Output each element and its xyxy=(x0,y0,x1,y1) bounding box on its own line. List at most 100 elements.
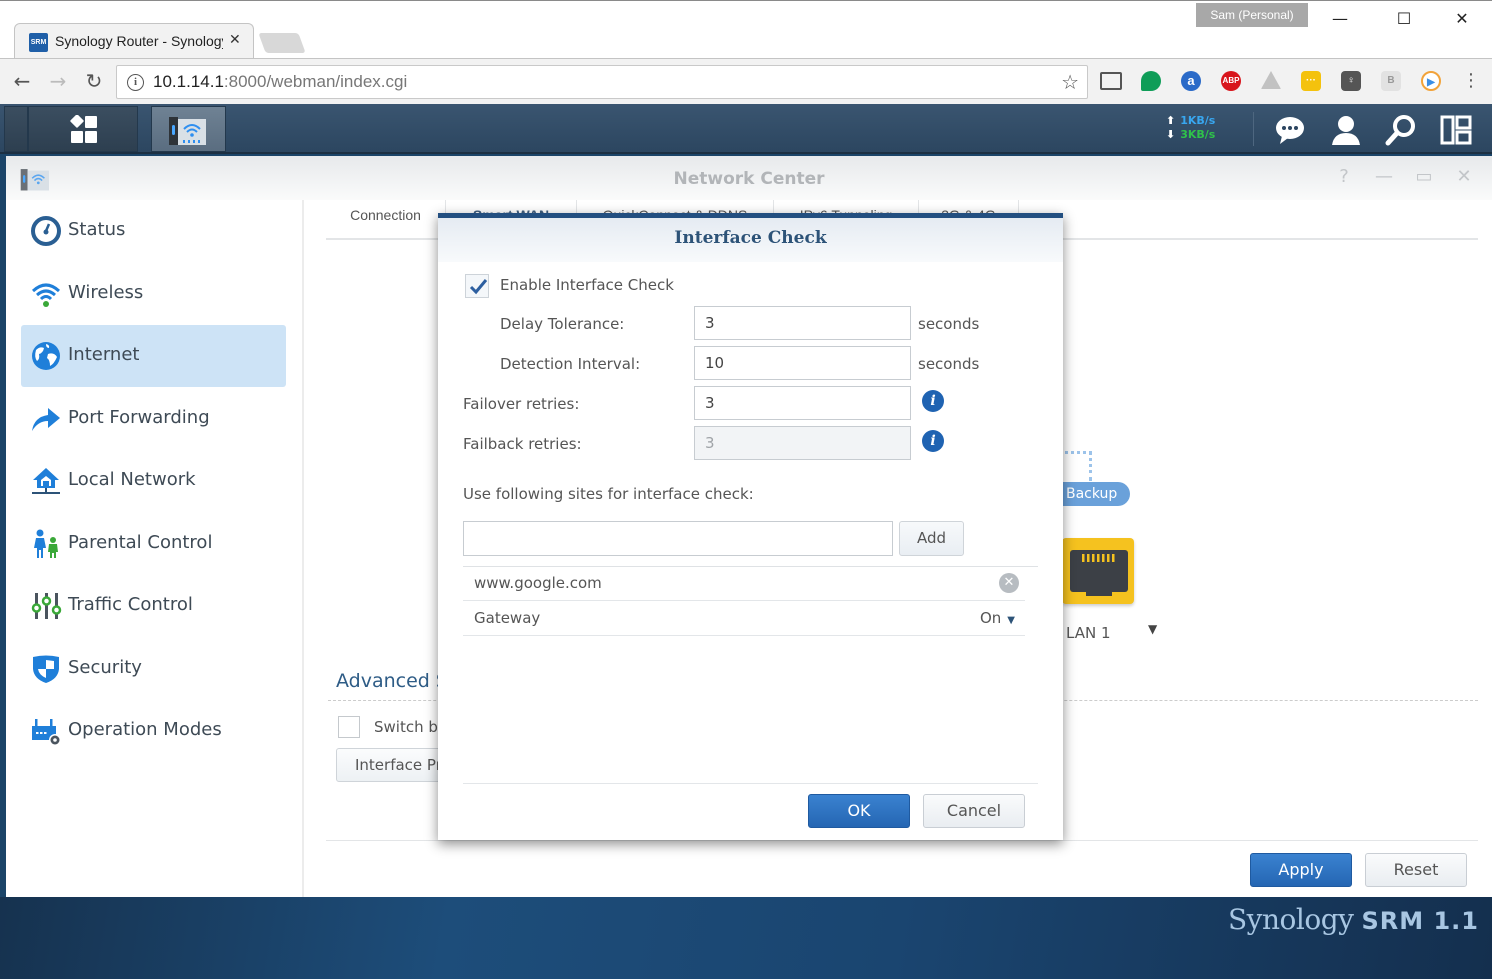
new-tab-button[interactable] xyxy=(258,33,306,53)
gateway-state-value: On xyxy=(979,609,1002,627)
network-center-app-icon xyxy=(169,117,206,145)
failover-retries-label: Failover retries: xyxy=(463,395,580,413)
search-icon[interactable] xyxy=(1385,114,1417,146)
lightbulb-icon[interactable]: ♀ xyxy=(1341,71,1361,91)
amazon-assistant-icon[interactable]: a xyxy=(1181,71,1201,91)
sites-label: Use following sites for interface check: xyxy=(463,485,754,503)
close-window-icon[interactable]: ✕ xyxy=(1452,9,1472,29)
site-input[interactable] xyxy=(463,521,893,556)
site-info-icon[interactable]: i xyxy=(127,74,144,91)
hangouts-icon[interactable] xyxy=(1141,71,1161,91)
ok-button[interactable]: OK xyxy=(808,794,910,828)
switch-back-checkbox[interactable] xyxy=(338,716,360,738)
window-close-icon[interactable]: ✕ xyxy=(1453,166,1475,188)
keep-notes-icon[interactable]: ··· xyxy=(1301,71,1321,91)
dialog-footer-divider xyxy=(463,783,1038,784)
adblock-plus-icon[interactable]: ABP xyxy=(1221,71,1241,91)
maximize-window-icon[interactable]: ☐ xyxy=(1394,9,1414,29)
ethernet-port-icon xyxy=(1070,550,1128,596)
failback-info-icon[interactable]: i xyxy=(922,430,944,452)
user-icon[interactable] xyxy=(1330,114,1362,146)
minimize-window-icon[interactable]: — xyxy=(1330,9,1350,29)
sidebar-item-traffic-control[interactable]: Traffic Control xyxy=(21,575,286,637)
site-list-item: www.google.com ✕ xyxy=(463,566,1025,601)
site-name: Gateway xyxy=(474,609,541,627)
failback-retries-label: Failback retries: xyxy=(463,435,582,453)
sidebar: Status Wireless Internet Port Forwarding… xyxy=(6,200,304,897)
reload-icon[interactable]: ↻ xyxy=(82,69,106,93)
browser-menu-icon[interactable]: ⋮ xyxy=(1459,69,1483,93)
profile-badge[interactable]: Sam (Personal) xyxy=(1196,3,1308,27)
back-icon[interactable]: ← xyxy=(10,69,34,93)
video-player-icon[interactable]: ▶ xyxy=(1421,71,1441,91)
upload-speed: 1KB/s xyxy=(1180,114,1216,127)
lan-label: LAN 1 xyxy=(1066,624,1111,642)
sidebar-item-wireless[interactable]: Wireless xyxy=(21,263,286,325)
tab-close-icon[interactable]: ✕ xyxy=(229,32,241,48)
browser-titlebar: SRM Synology Router - Synology ✕ Sam (Pe… xyxy=(0,0,1492,61)
google-drive-icon[interactable] xyxy=(1261,71,1281,89)
connection-line xyxy=(1089,451,1092,481)
window-header: Network Center ? — ▭ ✕ xyxy=(6,156,1492,200)
browser-tab[interactable]: SRM Synology Router - Synology ✕ xyxy=(14,23,254,61)
widgets-icon[interactable] xyxy=(1440,114,1472,146)
sidebar-label: Local Network xyxy=(68,469,196,490)
taskbar-network-center[interactable] xyxy=(151,106,226,152)
window-title: Network Center xyxy=(673,169,825,189)
bookmark-b-icon[interactable]: B xyxy=(1381,71,1401,91)
delay-tolerance-unit: seconds xyxy=(918,315,980,333)
enable-interface-check-label: Enable Interface Check xyxy=(500,276,674,294)
window-minimize-icon[interactable]: — xyxy=(1373,166,1395,188)
site-list-item: Gateway On ▼ xyxy=(463,601,1025,636)
sidebar-label: Traffic Control xyxy=(68,594,193,615)
sidebar-item-internet[interactable]: Internet xyxy=(21,325,286,387)
download-arrow-icon: ⬇ xyxy=(1166,128,1176,141)
window-maximize-icon[interactable]: ▭ xyxy=(1413,166,1435,188)
detection-interval-unit: seconds xyxy=(918,355,980,373)
enable-interface-check-checkbox[interactable] xyxy=(465,274,489,298)
reset-button[interactable]: Reset xyxy=(1365,853,1467,887)
network-speed: ⬆ 1KB/s ⬇ 3KB/s xyxy=(1166,114,1215,142)
download-speed: 3KB/s xyxy=(1180,128,1216,141)
sidebar-label: Status xyxy=(68,219,126,240)
lan-dropdown-caret-icon[interactable]: ▼ xyxy=(1148,622,1157,636)
delay-tolerance-label: Delay Tolerance: xyxy=(500,315,625,333)
address-bar[interactable]: i 10.1.14.1:8000/webman/index.cgi ☆ xyxy=(116,65,1088,99)
sidebar-item-port-forwarding[interactable]: Port Forwarding xyxy=(21,388,286,450)
failover-retries-input[interactable]: 3 xyxy=(694,386,911,420)
delay-tolerance-input[interactable]: 3 xyxy=(694,306,911,340)
sidebar-label: Security xyxy=(68,657,142,678)
add-site-button[interactable]: Add xyxy=(899,521,964,556)
sidebar-item-operation-modes[interactable]: Operation Modes xyxy=(21,700,286,762)
bookmark-star-icon[interactable]: ☆ xyxy=(1061,70,1079,94)
synology-srm-logo: Synology SRM 1.1 xyxy=(1228,903,1479,936)
wifi-icon xyxy=(31,283,61,307)
remove-site-icon[interactable]: ✕ xyxy=(999,573,1019,593)
apply-button[interactable]: Apply xyxy=(1250,853,1352,887)
main-menu-button[interactable] xyxy=(28,106,138,152)
gateway-state-select[interactable]: On ▼ xyxy=(980,609,1015,627)
tab-connection[interactable]: Connection xyxy=(326,200,446,238)
upload-arrow-icon: ⬆ xyxy=(1166,114,1176,127)
sidebar-item-security[interactable]: Security xyxy=(21,638,286,700)
notifications-chat-icon[interactable] xyxy=(1274,114,1306,146)
failover-info-icon[interactable]: i xyxy=(922,390,944,412)
sidebar-item-status[interactable]: Status xyxy=(21,200,286,262)
dialog-header: Interface Check xyxy=(438,218,1063,262)
sidebar-label: Parental Control xyxy=(68,532,213,553)
detection-interval-label: Detection Interval: xyxy=(500,355,641,373)
url-text: 10.1.14.1:8000/webman/index.cgi xyxy=(153,72,407,92)
failback-retries-input: 3 xyxy=(694,426,911,460)
lan-port-icon[interactable] xyxy=(1062,538,1134,604)
cast-icon[interactable] xyxy=(1100,72,1122,90)
help-icon[interactable]: ? xyxy=(1333,166,1355,188)
forward-icon[interactable]: → xyxy=(46,69,70,93)
sidebar-item-local-network[interactable]: Local Network xyxy=(21,450,286,512)
backup-badge: Backup xyxy=(1054,482,1130,506)
sidebar-item-parental-control[interactable]: Parental Control xyxy=(21,513,286,575)
detection-interval-input[interactable]: 10 xyxy=(694,346,911,380)
cancel-button[interactable]: Cancel xyxy=(923,794,1025,828)
url-path: :8000/webman/index.cgi xyxy=(223,72,408,91)
forward-arrow-icon xyxy=(32,408,60,431)
gauge-icon xyxy=(31,216,61,246)
